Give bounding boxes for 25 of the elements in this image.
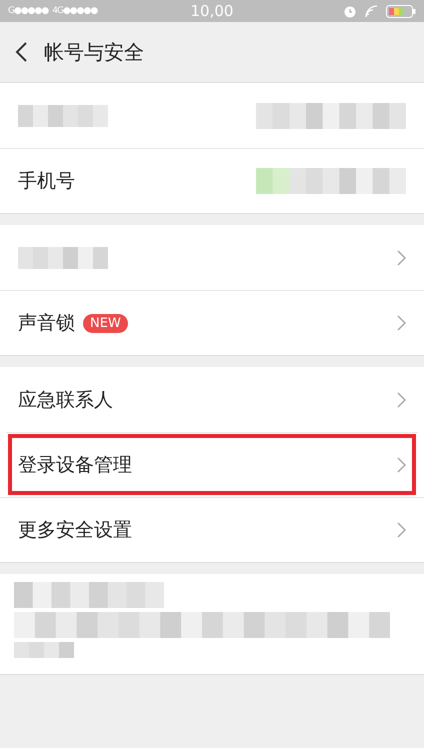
chevron-icon [397,315,406,331]
wifi-icon [364,4,378,18]
battery-icon [386,4,416,18]
chevron-icon [397,522,406,538]
settings-row[interactable]: 应急联系人 [0,367,424,432]
settings-row[interactable]: 更多安全设置 [0,497,424,562]
back-icon[interactable] [14,41,28,63]
carrier-text: 4G●●●●● [52,6,98,16]
row-label: 手机号 [18,169,75,194]
carrier-text: G●●●●● [8,6,48,16]
new-badge: NEW [83,314,128,332]
settings-row[interactable]: 登录设备管理 [6,432,418,497]
chevron-icon [397,250,406,266]
settings-row[interactable]: 声音锁 NEW [0,290,424,355]
alarm-icon [342,4,357,18]
row-label: 应急联系人 [18,388,113,412]
clock-time: 10,00 [190,2,234,20]
row-label: 登录设备管理 [18,453,132,478]
blurred-text [14,642,74,658]
row-label: 更多安全设置 [18,518,132,543]
chevron-icon [397,457,406,473]
row-label: 声音锁 [18,311,75,336]
chevron-icon [397,392,406,408]
settings-row[interactable]: 手机号 [0,148,424,213]
page-title: 帐号与安全 [44,38,144,66]
